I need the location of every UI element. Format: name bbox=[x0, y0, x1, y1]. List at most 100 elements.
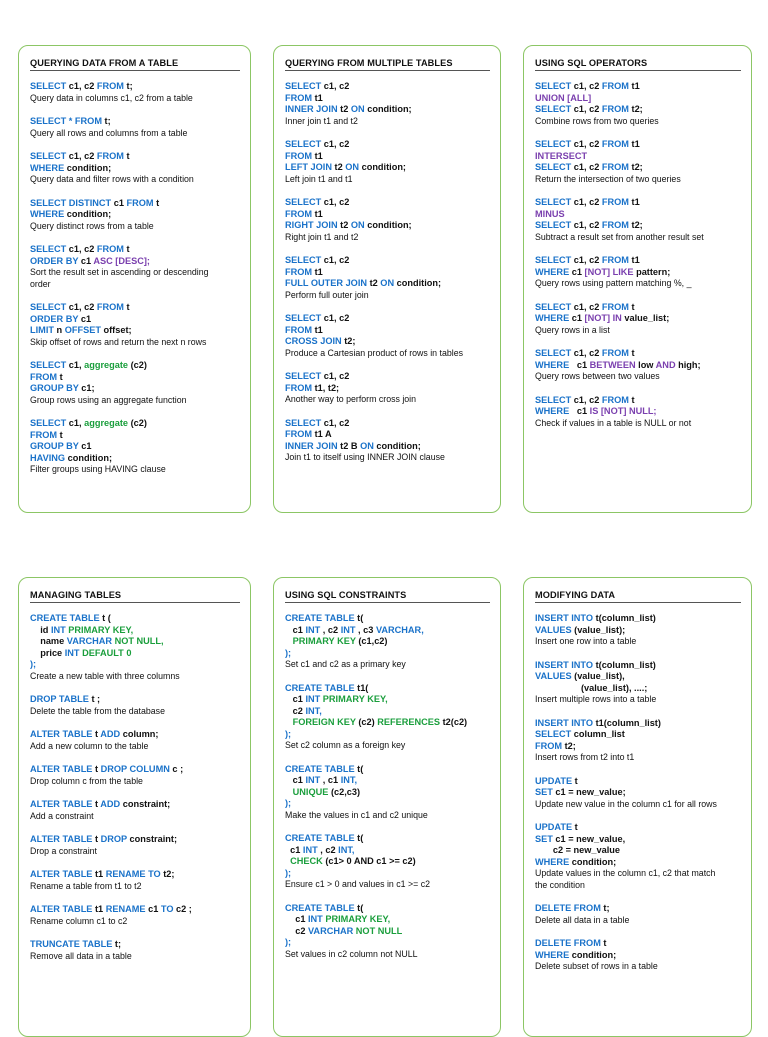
sql-text: t; bbox=[114, 939, 122, 949]
sql-keyword: WHERE bbox=[30, 209, 67, 219]
code-line: SET c1 = new_value, bbox=[535, 834, 741, 846]
code-line: ALTER TABLE t ADD column; bbox=[30, 729, 240, 741]
code-line: (value_list), ....; bbox=[535, 683, 741, 695]
sql-keyword: OFFSET bbox=[64, 325, 104, 335]
code-line: WHERE c1 BETWEEN low AND high; bbox=[535, 360, 741, 372]
snippet-description: Check if values in a table is NULL or no… bbox=[535, 417, 692, 428]
sql-text: (value_list), ....; bbox=[535, 682, 648, 693]
sql-keyword: UPDATE bbox=[535, 775, 575, 786]
sql-text: (c2) bbox=[358, 717, 378, 727]
code-line: price INT DEFAULT 0 bbox=[30, 648, 240, 660]
sql-snippet: SELECT c1, c2 FROM t1 MINUS SELECT c1, c2 … bbox=[535, 197, 741, 243]
sql-keyword: SELECT bbox=[30, 418, 69, 428]
sql-keyword: ALTER TABLE bbox=[30, 869, 95, 879]
code-line: SELECT c1, c2 FROM t bbox=[30, 151, 240, 163]
sql-text: c1, c2 bbox=[68, 244, 97, 254]
sql-text: t( bbox=[357, 763, 364, 774]
snippet-description: Query rows between two values bbox=[535, 371, 660, 381]
sql-keyword: FROM bbox=[96, 151, 127, 161]
code-line: SELECT c1, c2 FROM t2; bbox=[535, 220, 741, 232]
sql-keyword: [NOT] IN bbox=[584, 313, 625, 323]
code-line: SELECT c1, c2 FROM t bbox=[535, 395, 741, 407]
code-line: RIGHT JOIN t2 ON condition; bbox=[285, 220, 490, 232]
sql-text: constraint; bbox=[122, 799, 171, 809]
sql-keyword: ); bbox=[285, 647, 292, 658]
sql-text: t bbox=[126, 151, 130, 161]
code-line: MINUS bbox=[535, 209, 741, 221]
code-line: SELECT c1, aggregate (c2) bbox=[30, 418, 240, 430]
sql-text: pattern; bbox=[636, 266, 671, 277]
code-line: SELECT c1, c2 FROM t1 bbox=[535, 139, 741, 151]
sql-text: condition; bbox=[571, 949, 617, 960]
snippet-description: Sort the result set in ascending or desc… bbox=[30, 267, 209, 277]
sql-text: t1 bbox=[631, 197, 640, 207]
sql-keyword: LEFT JOIN bbox=[285, 162, 335, 172]
entry-list: CREATE TABLE t( c1 INT , c2 INT , c3 VAR… bbox=[285, 613, 490, 960]
snippet-description: Insert multiple rows into a table bbox=[535, 694, 657, 704]
code-line: WHERE c1 [NOT] LIKE pattern; bbox=[535, 267, 741, 279]
sql-snippet: TRUNCATE TABLE t; Remove all data in a ta… bbox=[30, 939, 240, 962]
sql-snippet: SELECT c1, c2 FROM t1 CROSS JOIN t2; Produc… bbox=[285, 313, 490, 359]
sql-text: c1, c2 bbox=[323, 417, 350, 428]
sql-snippet: ALTER TABLE t1 RENAME TO t2; Rename a tab… bbox=[30, 869, 240, 892]
code-line: SELECT c1, c2 FROM t2; bbox=[535, 162, 741, 174]
sql-text: t( bbox=[357, 613, 364, 623]
sql-keyword: HAVING bbox=[30, 452, 68, 463]
code-line: FULL OUTER JOIN t2 ON condition; bbox=[285, 278, 490, 290]
sql-text: t bbox=[631, 301, 635, 312]
code-line: UNIQUE (c2,c3) bbox=[285, 787, 490, 799]
sql-keyword: FROM bbox=[601, 255, 632, 265]
sql-text: (c2) bbox=[130, 418, 147, 428]
sql-text: c1 bbox=[571, 313, 585, 323]
sql-snippet: SELECT c1, c2 FROM t1 UNION [ALL] SELECT c… bbox=[535, 81, 741, 127]
sql-keyword: INSERT INTO bbox=[535, 613, 596, 623]
sql-snippet: INSERT INTO t1(column_list) SELECT column… bbox=[535, 718, 741, 764]
code-line: UPDATE t bbox=[535, 776, 741, 788]
sql-snippet: SELECT c1, c2 FROM t1 FULL OUTER JOIN t2 O… bbox=[285, 255, 490, 301]
sql-snippet: DELETE FROM t WHERE condition; Delete subs… bbox=[535, 938, 741, 973]
code-line: INSERT INTO t(column_list) bbox=[535, 660, 741, 672]
code-line: ); bbox=[285, 729, 490, 741]
sql-text: value_list; bbox=[624, 313, 670, 323]
sql-keyword: INT bbox=[340, 624, 359, 635]
sql-snippet: ALTER TABLE t DROP constraint; Drop a con… bbox=[30, 834, 240, 857]
sql-text: t2 bbox=[334, 162, 346, 172]
code-line: WHERE condition; bbox=[30, 163, 240, 175]
sql-keyword: INSERT INTO bbox=[535, 659, 596, 670]
snippet-description: Drop column c from the table bbox=[30, 775, 143, 786]
sql-text: condition; bbox=[67, 452, 113, 463]
snippet-description: Update values in the column c1, c2 that … bbox=[535, 868, 716, 878]
sql-text: t2 B bbox=[340, 440, 361, 451]
sql-text: c1, c2 bbox=[68, 81, 97, 91]
code-line: CROSS JOIN t2; bbox=[285, 336, 490, 348]
snippet-description: Produce a Cartesian product of rows in t… bbox=[285, 347, 463, 358]
sql-snippet: ALTER TABLE t ADD constraint; Add a const… bbox=[30, 799, 240, 822]
sql-text: condition; bbox=[66, 162, 112, 173]
code-line: FROM t2; bbox=[535, 741, 741, 753]
sql-keyword: PRIMARY KEY bbox=[285, 636, 359, 646]
sql-text: t2 bbox=[369, 278, 381, 288]
sql-text: t2(c2) bbox=[442, 717, 468, 727]
sql-text: t; bbox=[104, 116, 111, 126]
sql-keyword: ); bbox=[285, 728, 292, 739]
sql-text: (c1> 0 AND c1 >= c2) bbox=[325, 856, 416, 866]
card-querying-single-table: QUERYING DATA FROM A TABLE SELECT c1, c2… bbox=[18, 45, 251, 513]
sql-keyword: INT bbox=[305, 694, 323, 704]
sql-text: name bbox=[30, 636, 67, 646]
code-line: SELECT c1, c2 FROM t1 bbox=[535, 197, 741, 209]
sql-keyword: ASC [DESC]; bbox=[93, 255, 150, 266]
sql-text: price bbox=[30, 647, 65, 658]
sql-text: (c2) bbox=[130, 360, 147, 370]
sql-keyword: SELECT DISTINCT bbox=[30, 197, 114, 208]
code-line: SELECT c1, c2 bbox=[285, 197, 490, 209]
sql-snippet: SELECT c1, c2 FROM t1 RIGHT JOIN t2 ON con… bbox=[285, 197, 490, 243]
sql-keyword: FROM bbox=[535, 740, 565, 751]
code-line: SELECT c1, c2 bbox=[285, 371, 490, 383]
code-line: FROM t1 bbox=[285, 325, 490, 337]
sql-text: t( bbox=[357, 902, 364, 913]
sql-keyword: FROM bbox=[30, 429, 60, 440]
code-line: c1 INT PRIMARY KEY, bbox=[285, 914, 490, 926]
sql-text: t bbox=[59, 371, 63, 382]
sql-keyword: FROM bbox=[30, 371, 60, 382]
snippet-description: Add a new column to the table bbox=[30, 740, 149, 751]
